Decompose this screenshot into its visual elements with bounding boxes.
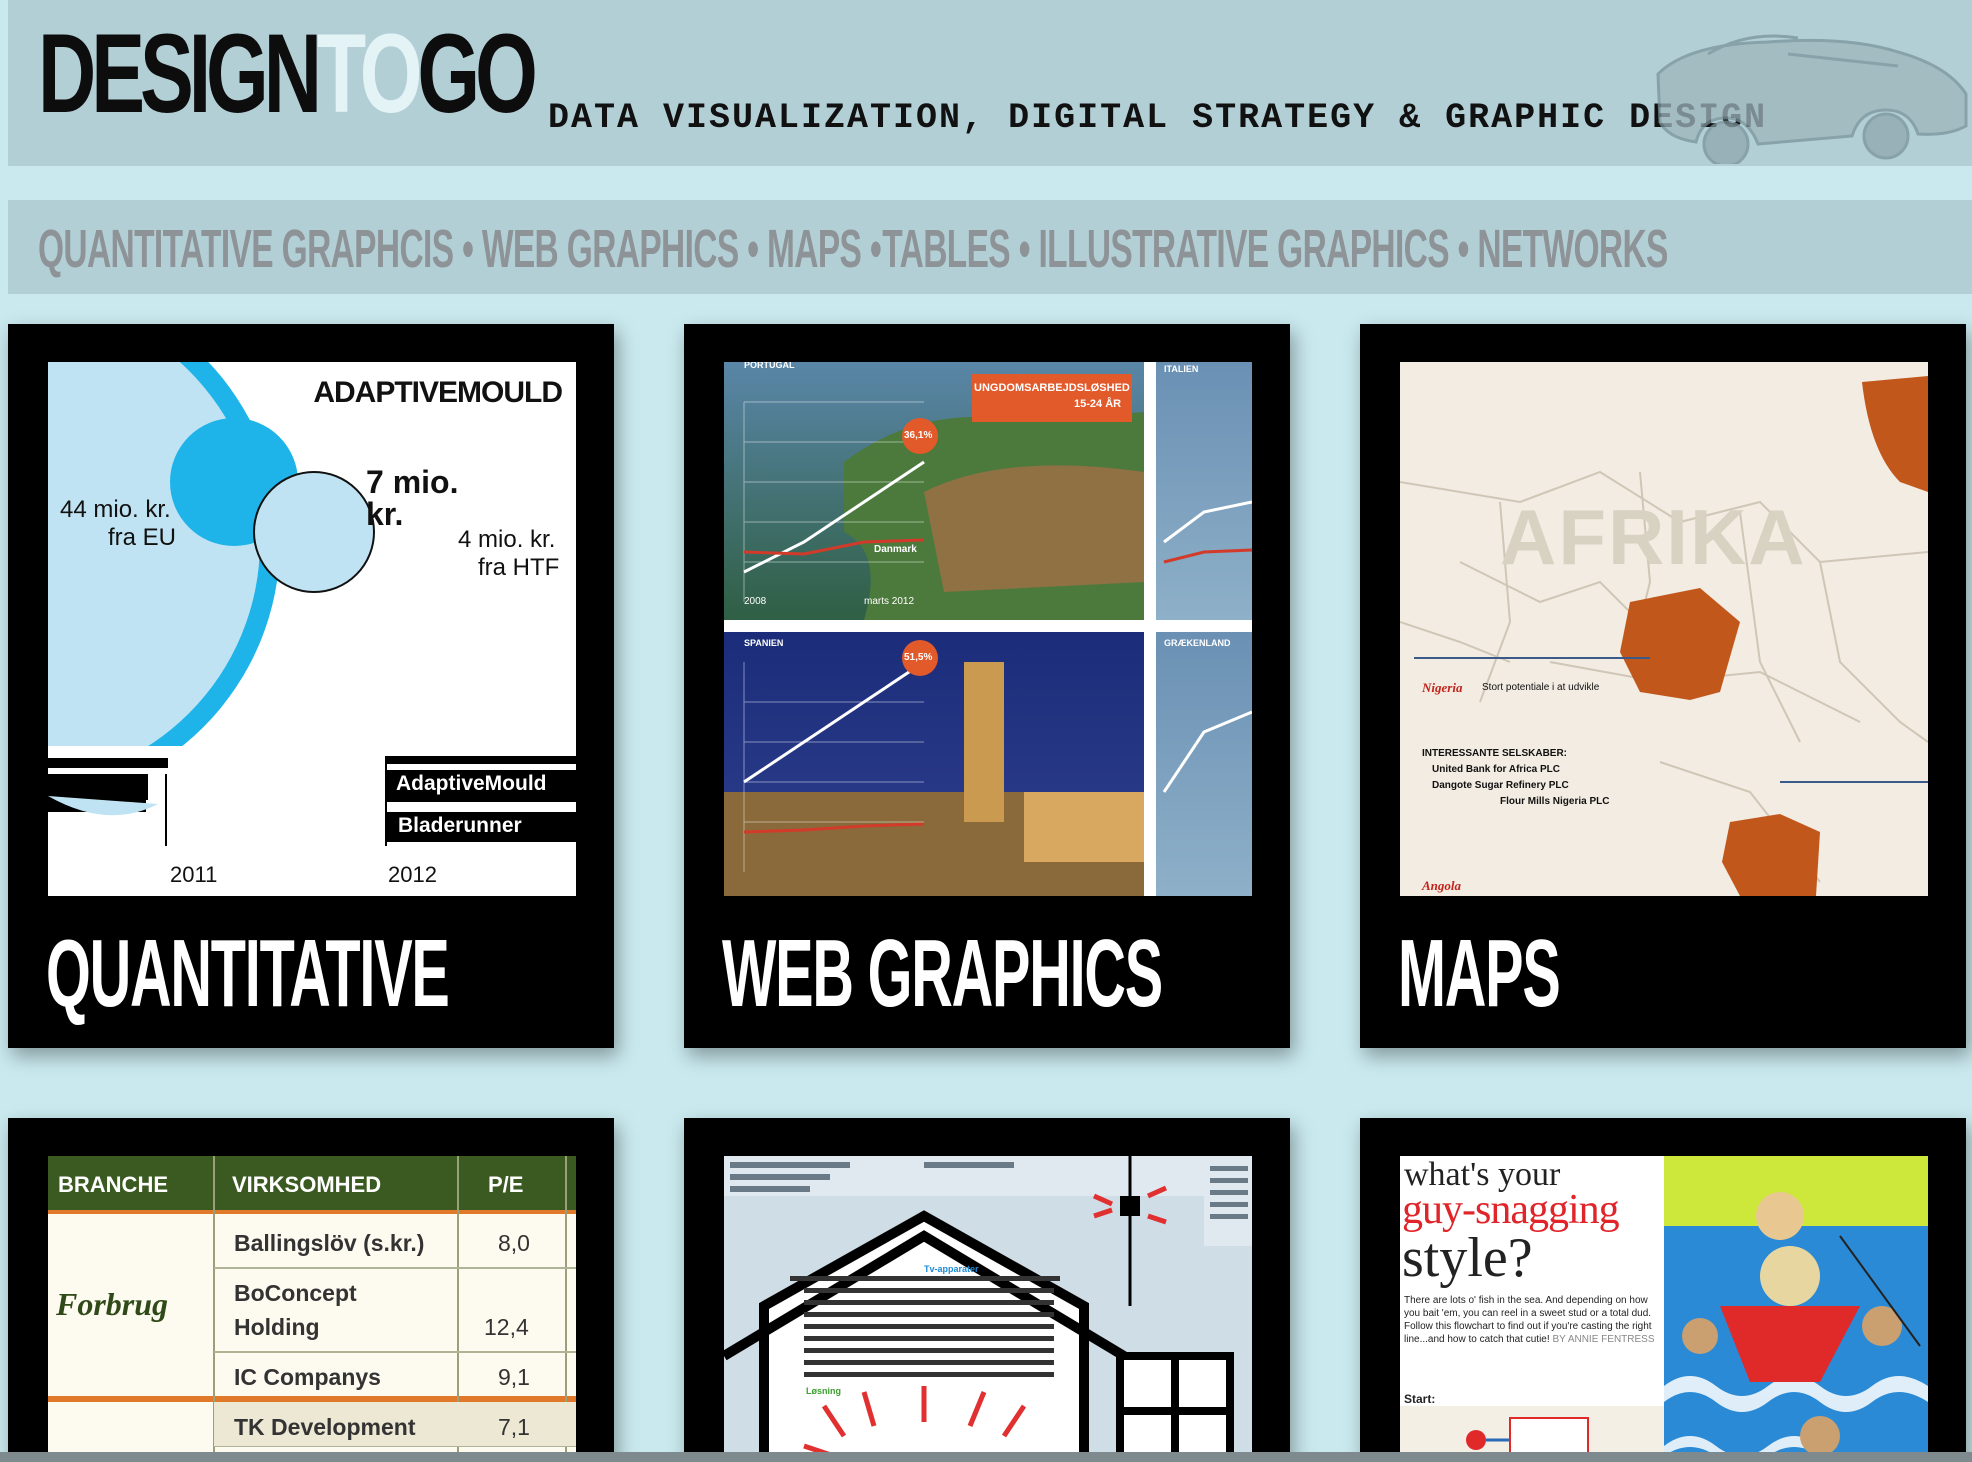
map-text-2: INTERESSANTE SELSKABER:: [1422, 748, 1568, 759]
panel-italien: ITALIEN: [1164, 364, 1199, 374]
table-row-company: IC Companys: [234, 1364, 381, 1390]
map-country-nigeria: Nigeria: [1422, 680, 1463, 695]
year-2011: 2011: [170, 862, 218, 887]
value-portugal: 36,1%: [904, 430, 933, 441]
line-label-danmark: Danmark: [874, 544, 917, 555]
column-header-virksomhed: VIRKSOMHED: [232, 1172, 382, 1197]
chart-heading: ADAPTIVEMOULD: [313, 376, 563, 409]
card-web-graphics[interactable]: UNGDOMSARBEJDSLØSHED 15-24 ÅR PORTUGAL I…: [684, 324, 1290, 1048]
map-text-3: United Bank for Africa PLC: [1432, 764, 1560, 775]
site-header: DESIGNTOGO DATA VISUALIZATION, DIGITAL S…: [8, 0, 1972, 166]
big-bubble-label-2: fra EU: [108, 524, 177, 551]
sector-label: Forbrug: [56, 1286, 169, 1322]
map-text-5: Flour Mills Nigeria PLC: [1500, 796, 1610, 807]
tables-thumbnail: BRANCHE VIRKSOMHED P/E Forbrug Ballingsl…: [48, 1156, 576, 1462]
card-quantitative[interactable]: ADAPTIVEMOULD 44 mio. kr. fra EU 7 mio. …: [8, 324, 614, 1048]
big-bubble-label-1: 44 mio. kr.: [60, 496, 171, 523]
date-start: 2008: [744, 596, 767, 607]
legend-adaptivemould: AdaptiveMould: [396, 772, 547, 795]
logo-design: DESIGN: [38, 11, 322, 136]
date-end: marts 2012: [864, 596, 915, 607]
legend-bladerunner: Bladerunner: [398, 814, 522, 837]
highlight-losning: Løsning: [806, 1386, 841, 1396]
card-networks[interactable]: what's your guy-snagging style? There ar…: [1360, 1118, 1966, 1462]
logo-go: GO: [417, 11, 537, 136]
card-title[interactable]: WEB GRAPHICS: [722, 924, 1163, 1024]
map-text-4: Dangote Sugar Refinery PLC: [1432, 780, 1569, 791]
map-text-1: Stort potentiale i at udvikle: [1482, 682, 1600, 693]
maps-thumbnail: AFRIKA Nigeria Stort potentiale i at udv…: [1400, 362, 1928, 896]
badge-subtitle: 15-24 ÅR: [1074, 398, 1122, 410]
nav-separator: •: [462, 219, 474, 279]
nav-item-illustrative[interactable]: ILLUSTRATIVE GRAPHICS: [1038, 220, 1449, 278]
table-row-company: Ballingslöv (s.kr.): [234, 1230, 425, 1256]
table-row-pe: 12,4: [484, 1314, 529, 1340]
value-spanien: 51,5%: [904, 652, 933, 663]
panel-graekenland: GRÆKENLAND: [1164, 638, 1231, 648]
card-title[interactable]: QUANTITATIVE: [46, 924, 450, 1024]
column-header-pe: P/E: [488, 1172, 524, 1197]
nav-separator: •: [1018, 219, 1031, 279]
table-row-company: BoConcept: [234, 1280, 357, 1306]
illustrative-thumbnail: Tv-apparater Løsning: [724, 1156, 1252, 1462]
nav-separator: •: [869, 219, 882, 279]
panel-portugal: PORTUGAL: [744, 362, 795, 370]
quantitative-thumbnail: ADAPTIVEMOULD 44 mio. kr. fra EU 7 mio. …: [48, 362, 576, 896]
map-region-label: AFRIKA: [1500, 493, 1807, 581]
web-graphics-thumbnail: UNGDOMSARBEJDSLØSHED 15-24 ÅR PORTUGAL I…: [724, 362, 1252, 896]
column-header-branche: BRANCHE: [58, 1172, 168, 1197]
card-title[interactable]: MAPS: [1398, 924, 1561, 1024]
networks-thumbnail: what's your guy-snagging style? There ar…: [1400, 1156, 1928, 1462]
page-bottom-scroll-edge: [0, 1452, 1972, 1462]
table-row-pe: 7,1: [498, 1414, 530, 1440]
site-tagline: DATA VISUALIZATION, DIGITAL STRATEGY & G…: [548, 98, 1768, 138]
nav-item-web-graphics[interactable]: WEB GRAPHICS: [482, 220, 739, 278]
intro-text: There are lots o' fish in the sea. And d…: [1404, 1294, 1660, 1346]
headline-line-3: style?: [1402, 1227, 1533, 1289]
nav-item-tables[interactable]: TABLES: [882, 220, 1010, 278]
mid-bubble-label-2: kr.: [366, 496, 404, 532]
nav-separator: •: [1457, 219, 1470, 279]
nav-item-maps[interactable]: MAPS: [767, 220, 862, 278]
year-2012: 2012: [388, 862, 437, 887]
vintage-car-icon: [1656, 34, 1968, 164]
small-bubble-label-1: 4 mio. kr.: [458, 526, 556, 553]
table-row-pe: 9,1: [498, 1364, 530, 1390]
site-logo[interactable]: DESIGNTOGO: [38, 11, 538, 136]
table-row-company: Holding: [234, 1314, 320, 1340]
nav-item-quantitative[interactable]: QUANTITATIVE GRAPHCIS: [38, 220, 454, 278]
logo-to: TO: [316, 11, 422, 136]
card-tables[interactable]: BRANCHE VIRKSOMHED P/E Forbrug Ballingsl…: [8, 1118, 614, 1462]
table-row-company: TK Development: [234, 1414, 416, 1440]
panel-spanien: SPANIEN: [744, 638, 784, 648]
category-nav: QUANTITATIVE GRAPHCIS • WEB GRAPHICS • MAPS •…: [8, 200, 1972, 294]
nav-item-networks[interactable]: NETWORKS: [1477, 220, 1668, 278]
highlight-tv: Tv-apparater: [924, 1264, 979, 1274]
card-illustrative[interactable]: Tv-apparater Løsning: [684, 1118, 1290, 1462]
nav-separator: •: [747, 219, 759, 279]
table-row-pe: 8,0: [498, 1230, 530, 1256]
intro-byline: BY ANNIE FENTRESS: [1552, 1334, 1655, 1345]
badge-title: UNGDOMSARBEJDSLØSHED: [974, 382, 1130, 394]
flowchart-start: Start:: [1404, 1392, 1436, 1406]
card-maps[interactable]: AFRIKA Nigeria Stort potentiale i at udv…: [1360, 324, 1966, 1048]
map-country-angola: Angola: [1422, 878, 1462, 893]
small-bubble-label-2: fra HTF: [478, 554, 560, 581]
